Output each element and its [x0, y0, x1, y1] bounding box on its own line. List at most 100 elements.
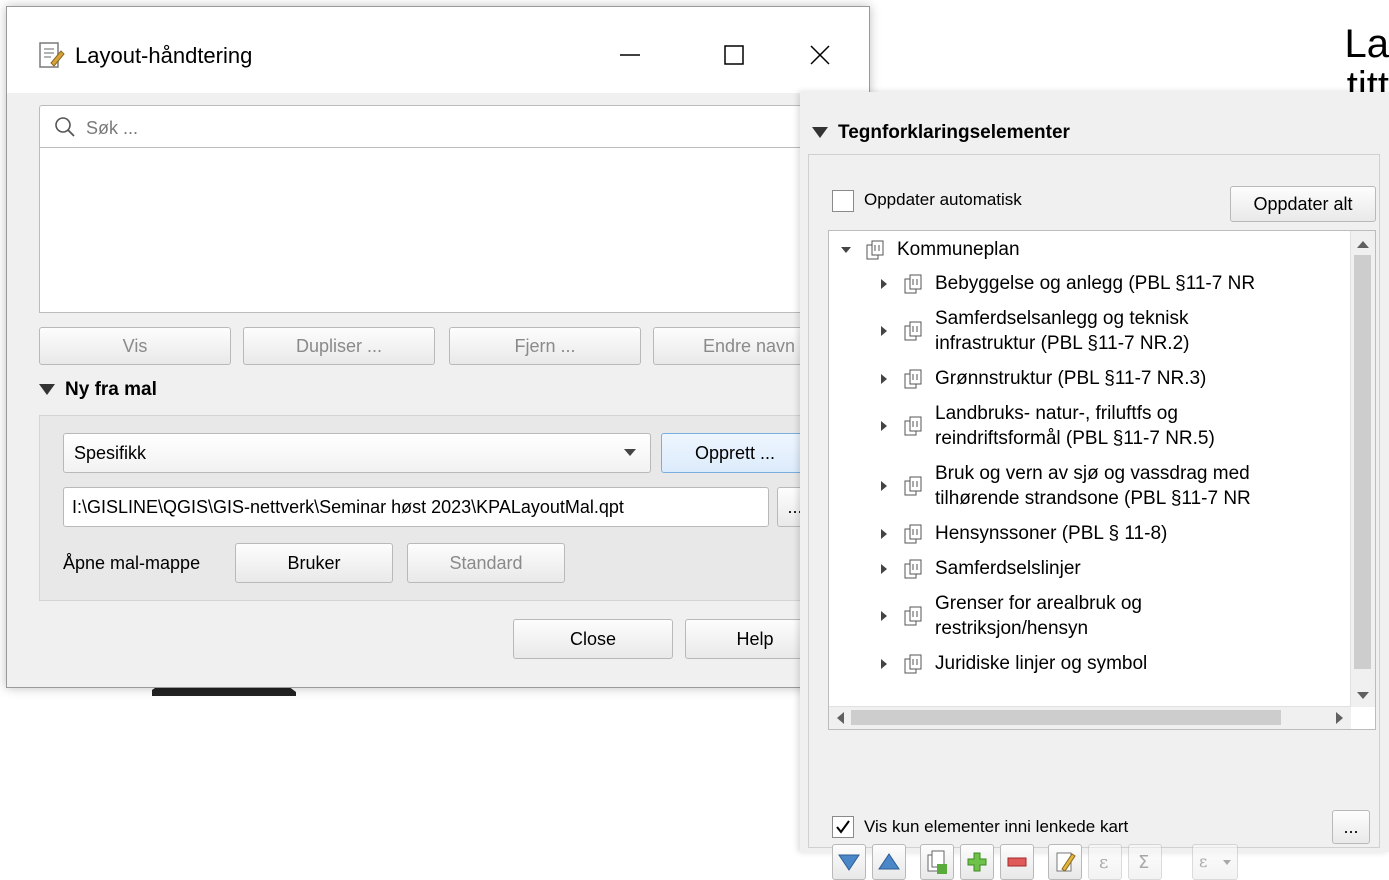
legend-group-row[interactable]: Grenser for arealbruk ogrestriksjon/hens… [877, 591, 1142, 641]
group-icon [903, 522, 925, 546]
title-bar: Layout-håndtering [7, 7, 869, 93]
legend-group-row[interactable]: Samferdselsanlegg og tekniskinfrastruktu… [877, 306, 1189, 356]
add-item-button[interactable] [960, 844, 994, 880]
dialog-title: Layout-håndtering [75, 43, 252, 69]
update-all-label: Oppdater alt [1253, 194, 1352, 215]
search-input[interactable] [84, 112, 828, 144]
edit-item-button[interactable] [1048, 844, 1082, 880]
close-window-button[interactable] [797, 33, 843, 77]
chevron-down-icon [624, 449, 636, 457]
remove-item-button[interactable] [1000, 844, 1034, 880]
sum-icon: Σ [1135, 851, 1155, 873]
scroll-thumb-horizontal[interactable] [851, 710, 1281, 725]
update-all-button[interactable]: Oppdater alt [1230, 186, 1376, 222]
user-folder-button[interactable]: Bruker [235, 543, 393, 583]
new-from-template-header[interactable]: Ny fra mal [39, 379, 157, 401]
legend-group-label-line: Grønnstruktur (PBL §11-7 NR.3) [935, 366, 1206, 391]
tree-expand-icon[interactable] [878, 480, 890, 492]
legend-group-label: Juridiske linjer og symbol [935, 651, 1147, 676]
tree-expand-icon[interactable] [878, 373, 890, 385]
legend-group-label: Landbruks- natur-, friluftfs ogreindrift… [935, 401, 1215, 451]
legend-items-header[interactable]: Tegnforklaringselementer [812, 122, 1070, 144]
legend-group-row[interactable]: Juridiske linjer og symbol [877, 651, 1147, 676]
auto-update-label: Oppdater automatisk [864, 190, 1022, 210]
expression-button[interactable]: ε [1088, 844, 1122, 880]
filter-options-label: ... [1343, 817, 1358, 838]
open-template-folder-label: Åpne mal-mappe [63, 553, 200, 574]
group-icon [903, 319, 925, 343]
tree-root-kommuneplan[interactable]: Kommuneplan [839, 237, 1020, 262]
group-icon [865, 238, 887, 262]
legend-group-row[interactable]: Samferdselslinjer [877, 556, 1081, 581]
checkmark-icon [835, 819, 851, 835]
legend-group-label: Samferdselsanlegg og tekniskinfrastruktu… [935, 306, 1189, 356]
maximize-icon [723, 44, 745, 66]
layout-manager-dialog: Layout-håndtering Vis Dupliser ... Fjern… [6, 6, 870, 688]
move-down-button[interactable] [832, 844, 866, 880]
default-folder-button[interactable]: Standard [407, 543, 565, 583]
filter-by-map-checkbox[interactable] [832, 816, 854, 838]
legend-group-label-line: infrastruktur (PBL §11-7 NR.2) [935, 331, 1189, 356]
close-button[interactable]: Close [513, 619, 673, 659]
group-icon [903, 604, 925, 628]
tree-collapse-icon[interactable] [840, 244, 852, 256]
legend-group-label-line: reindriftsformål (PBL §11-7 NR.5) [935, 426, 1215, 451]
svg-text:ε: ε [1099, 852, 1108, 873]
group-icon [903, 414, 925, 438]
create-button-label: Opprett ... [695, 443, 775, 464]
tree-expand-icon[interactable] [878, 278, 890, 290]
tree-expand-icon[interactable] [878, 658, 890, 670]
group-icon [903, 557, 925, 581]
legend-group-label: Bruk og vern av sjø og vassdrag medtilhø… [935, 461, 1251, 511]
legend-group-label: Hensynssoner (PBL § 11-8) [935, 521, 1167, 546]
horizontal-scrollbar[interactable] [829, 706, 1351, 729]
close-button-label: Close [570, 629, 616, 650]
legend-group-row[interactable]: Grønnstruktur (PBL §11-7 NR.3) [877, 366, 1206, 391]
template-path-field[interactable]: I:\GISLINE\QGIS\GIS-nettverk\Seminar høs… [63, 487, 769, 527]
create-button[interactable]: Opprett ... [661, 433, 809, 473]
minimize-button[interactable] [607, 33, 653, 77]
search-field[interactable] [39, 105, 845, 149]
legend-group-label-line: Bebyggelse og anlegg (PBL §11-7 NR [935, 271, 1255, 296]
legend-group-label: Samferdselslinjer [935, 556, 1081, 581]
legend-group-label-line: Hensynssoner (PBL § 11-8) [935, 521, 1167, 546]
help-button-label: Help [736, 629, 773, 650]
remove-button[interactable]: Fjern ... [449, 327, 641, 365]
legend-group-label-line: Juridiske linjer og symbol [935, 651, 1147, 676]
duplicate-button[interactable]: Dupliser ... [243, 327, 435, 365]
tree-expand-icon[interactable] [878, 610, 890, 622]
legend-group-row[interactable]: Hensynssoner (PBL § 11-8) [877, 521, 1167, 546]
legend-group-label-line: Samferdselsanlegg og teknisk [935, 306, 1189, 331]
template-type-select[interactable]: Spesifikk [63, 433, 651, 473]
vertical-scrollbar[interactable] [1350, 231, 1375, 707]
add-group-button[interactable] [920, 844, 954, 880]
filter-options-button[interactable]: ... [1332, 810, 1370, 844]
maximize-button[interactable] [711, 33, 757, 77]
group-icon [903, 367, 925, 391]
section-title: Ny fra mal [65, 379, 157, 401]
legend-group-row[interactable]: Bruk og vern av sjø og vassdrag medtilhø… [877, 461, 1251, 511]
layout-list[interactable] [39, 147, 845, 313]
tree-expand-icon[interactable] [878, 563, 890, 575]
tree-expand-icon[interactable] [878, 528, 890, 540]
tree-expand-icon[interactable] [878, 420, 890, 432]
filter-expression-icon: ε [1195, 851, 1235, 873]
scroll-thumb[interactable] [1354, 255, 1371, 669]
group-icon [903, 272, 925, 296]
auto-update-checkbox[interactable] [832, 190, 854, 212]
legend-tree[interactable]: Kommuneplan Bebyggelse og anlegg (PBL §11… [828, 230, 1376, 730]
filter-by-map-label: Vis kun elementer inni lenkede kart [864, 817, 1128, 837]
legend-group-row[interactable]: Bebyggelse og anlegg (PBL §11-7 NR [877, 271, 1255, 296]
show-button[interactable]: Vis [39, 327, 231, 365]
group-icon [903, 474, 925, 498]
tree-expand-icon[interactable] [878, 325, 890, 337]
svg-text:Σ: Σ [1138, 852, 1149, 873]
legend-group-row[interactable]: Landbruks- natur-, friluftfs ogreindrift… [877, 401, 1215, 451]
move-up-button[interactable] [872, 844, 906, 880]
sum-button[interactable]: Σ [1128, 844, 1162, 880]
svg-text:ε: ε [1199, 852, 1207, 871]
add-item-icon [966, 851, 988, 873]
remove-item-icon [1006, 851, 1028, 873]
template-type-value: Spesifikk [74, 443, 146, 464]
filter-expression-button[interactable]: ε [1192, 844, 1238, 880]
